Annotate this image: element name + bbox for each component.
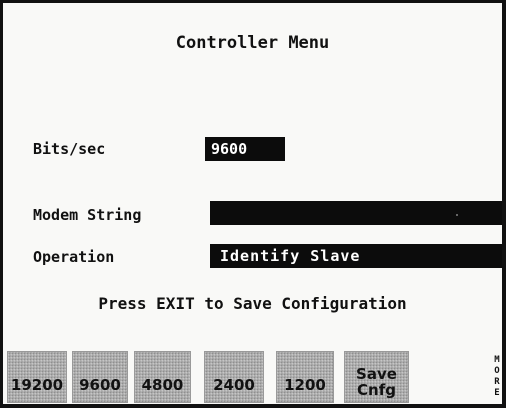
bits-per-sec-field[interactable]: 9600 [205, 137, 285, 161]
more-letter: R [494, 377, 500, 387]
softkey-save-config-label: Save Cnfg [345, 366, 408, 398]
softkey-save-config[interactable]: Save Cnfg [344, 351, 409, 403]
softkey-1200-label: 1200 [284, 376, 326, 394]
cursor-speck [456, 214, 458, 216]
softkey-9600-label: 9600 [79, 376, 121, 394]
bits-per-sec-label: Bits/sec [33, 140, 106, 158]
softkey-4800[interactable]: 4800 [134, 351, 191, 403]
exit-instruction: Press EXIT to Save Configuration [98, 294, 407, 313]
more-letter: O [494, 366, 500, 376]
softkey-19200[interactable]: 19200 [7, 351, 67, 403]
softkey-4800-label: 4800 [141, 376, 184, 394]
softkey-1200[interactable]: 1200 [276, 351, 334, 403]
more-letter: M [494, 355, 500, 365]
softkey-2400[interactable]: 2400 [204, 351, 264, 403]
controller-screen: Controller Menu Bits/sec 9600 Modem Stri… [0, 0, 506, 408]
more-letter: E [494, 388, 500, 398]
softkey-2400-label: 2400 [213, 376, 255, 394]
softkey-19200-label: 19200 [10, 376, 64, 394]
operation-field[interactable]: Identify Slave [210, 244, 502, 268]
more-indicator[interactable]: M O R E [491, 355, 503, 399]
softkey-save-line2: Cnfg [357, 381, 396, 399]
softkey-9600[interactable]: 9600 [72, 351, 128, 403]
modem-string-field[interactable] [210, 201, 502, 225]
modem-string-label: Modem String [33, 206, 142, 224]
page-title: Controller Menu [175, 33, 330, 53]
softkey-bar: 19200 9600 4800 2400 1200 Save Cnfg [7, 351, 487, 405]
operation-label: Operation [33, 248, 115, 266]
